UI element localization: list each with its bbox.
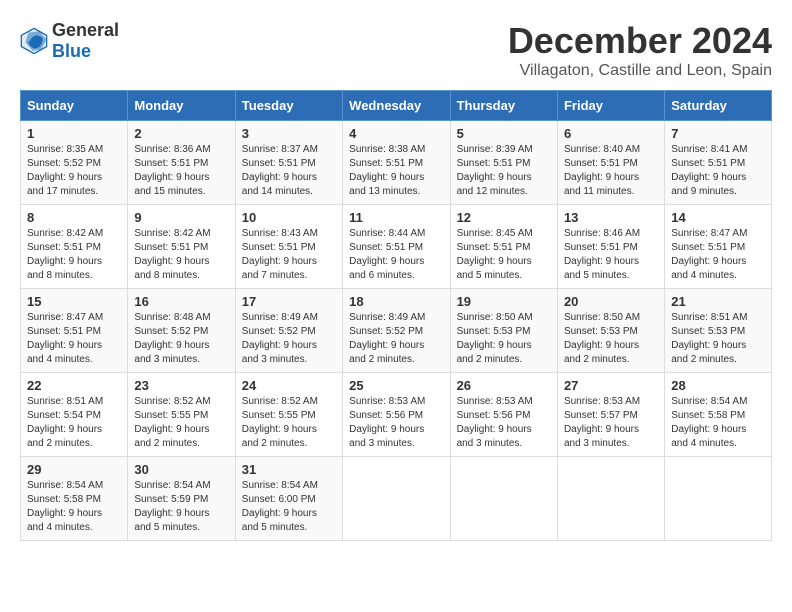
calendar-cell (343, 457, 450, 541)
calendar-cell: 14 Sunrise: 8:47 AMSunset: 5:51 PMDaylig… (665, 205, 772, 289)
calendar-cell: 25 Sunrise: 8:53 AMSunset: 5:56 PMDaylig… (343, 373, 450, 457)
calendar-cell: 2 Sunrise: 8:36 AMSunset: 5:51 PMDayligh… (128, 121, 235, 205)
calendar-cell: 13 Sunrise: 8:46 AMSunset: 5:51 PMDaylig… (557, 205, 664, 289)
calendar-cell: 15 Sunrise: 8:47 AMSunset: 5:51 PMDaylig… (21, 289, 128, 373)
calendar-cell: 17 Sunrise: 8:49 AMSunset: 5:52 PMDaylig… (235, 289, 342, 373)
calendar-cell: 16 Sunrise: 8:48 AMSunset: 5:52 PMDaylig… (128, 289, 235, 373)
calendar-cell (450, 457, 557, 541)
calendar-cell: 27 Sunrise: 8:53 AMSunset: 5:57 PMDaylig… (557, 373, 664, 457)
col-friday: Friday (557, 91, 664, 121)
calendar-cell: 1 Sunrise: 8:35 AMSunset: 5:52 PMDayligh… (21, 121, 128, 205)
calendar-row: 15 Sunrise: 8:47 AMSunset: 5:51 PMDaylig… (21, 289, 772, 373)
calendar-cell: 18 Sunrise: 8:49 AMSunset: 5:52 PMDaylig… (343, 289, 450, 373)
calendar-cell: 19 Sunrise: 8:50 AMSunset: 5:53 PMDaylig… (450, 289, 557, 373)
calendar-cell: 28 Sunrise: 8:54 AMSunset: 5:58 PMDaylig… (665, 373, 772, 457)
calendar-cell: 5 Sunrise: 8:39 AMSunset: 5:51 PMDayligh… (450, 121, 557, 205)
calendar-cell: 30 Sunrise: 8:54 AMSunset: 5:59 PMDaylig… (128, 457, 235, 541)
calendar-cell: 8 Sunrise: 8:42 AMSunset: 5:51 PMDayligh… (21, 205, 128, 289)
calendar: Sunday Monday Tuesday Wednesday Thursday… (20, 90, 772, 541)
calendar-cell: 6 Sunrise: 8:40 AMSunset: 5:51 PMDayligh… (557, 121, 664, 205)
location-title: Villagaton, Castille and Leon, Spain (508, 62, 772, 80)
calendar-cell: 26 Sunrise: 8:53 AMSunset: 5:56 PMDaylig… (450, 373, 557, 457)
calendar-cell (665, 457, 772, 541)
calendar-row: 8 Sunrise: 8:42 AMSunset: 5:51 PMDayligh… (21, 205, 772, 289)
calendar-row: 29 Sunrise: 8:54 AMSunset: 5:58 PMDaylig… (21, 457, 772, 541)
col-wednesday: Wednesday (343, 91, 450, 121)
calendar-cell: 7 Sunrise: 8:41 AMSunset: 5:51 PMDayligh… (665, 121, 772, 205)
logo-text: General Blue (52, 20, 119, 62)
calendar-cell: 31 Sunrise: 8:54 AMSunset: 6:00 PMDaylig… (235, 457, 342, 541)
calendar-cell: 3 Sunrise: 8:37 AMSunset: 5:51 PMDayligh… (235, 121, 342, 205)
col-saturday: Saturday (665, 91, 772, 121)
calendar-cell: 12 Sunrise: 8:45 AMSunset: 5:51 PMDaylig… (450, 205, 557, 289)
col-thursday: Thursday (450, 91, 557, 121)
title-area: December 2024 Villagaton, Castille and L… (508, 20, 772, 80)
calendar-cell: 11 Sunrise: 8:44 AMSunset: 5:51 PMDaylig… (343, 205, 450, 289)
calendar-cell (557, 457, 664, 541)
calendar-cell: 22 Sunrise: 8:51 AMSunset: 5:54 PMDaylig… (21, 373, 128, 457)
month-title: December 2024 (508, 20, 772, 62)
calendar-cell: 21 Sunrise: 8:51 AMSunset: 5:53 PMDaylig… (665, 289, 772, 373)
page-header: General Blue December 2024 Villagaton, C… (20, 20, 772, 80)
col-monday: Monday (128, 91, 235, 121)
calendar-cell: 20 Sunrise: 8:50 AMSunset: 5:53 PMDaylig… (557, 289, 664, 373)
calendar-cell: 9 Sunrise: 8:42 AMSunset: 5:51 PMDayligh… (128, 205, 235, 289)
calendar-row: 22 Sunrise: 8:51 AMSunset: 5:54 PMDaylig… (21, 373, 772, 457)
col-tuesday: Tuesday (235, 91, 342, 121)
calendar-cell: 4 Sunrise: 8:38 AMSunset: 5:51 PMDayligh… (343, 121, 450, 205)
logo-icon (20, 27, 48, 55)
calendar-cell: 29 Sunrise: 8:54 AMSunset: 5:58 PMDaylig… (21, 457, 128, 541)
calendar-cell: 10 Sunrise: 8:43 AMSunset: 5:51 PMDaylig… (235, 205, 342, 289)
logo: General Blue (20, 20, 119, 62)
logo-general: General (52, 20, 119, 40)
calendar-cell: 23 Sunrise: 8:52 AMSunset: 5:55 PMDaylig… (128, 373, 235, 457)
calendar-cell: 24 Sunrise: 8:52 AMSunset: 5:55 PMDaylig… (235, 373, 342, 457)
calendar-row: 1 Sunrise: 8:35 AMSunset: 5:52 PMDayligh… (21, 121, 772, 205)
col-sunday: Sunday (21, 91, 128, 121)
logo-blue: Blue (52, 41, 91, 61)
calendar-header-row: Sunday Monday Tuesday Wednesday Thursday… (21, 91, 772, 121)
